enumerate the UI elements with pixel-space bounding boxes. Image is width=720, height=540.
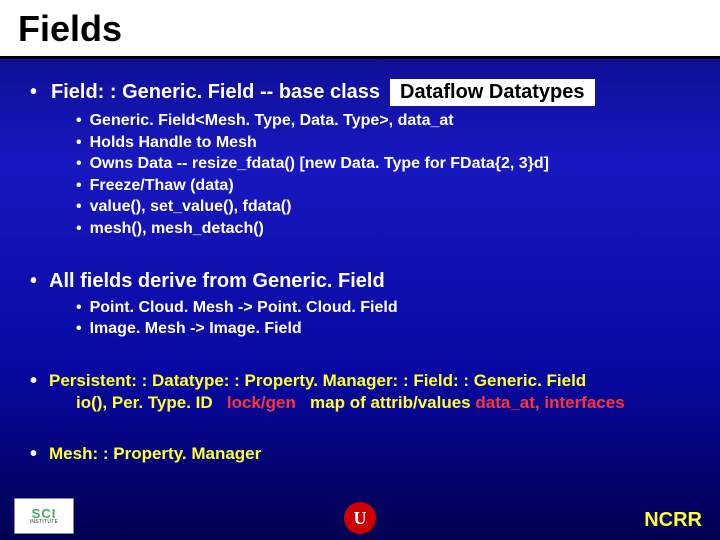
list-item: • value(), set_value(), fdata() — [76, 196, 690, 218]
l1-text: All fields derive from Generic. Field — [49, 270, 385, 293]
list-item: • mesh(), mesh_detach() — [76, 218, 690, 240]
bullet-dot: • — [76, 153, 82, 175]
l2-text: Point. Cloud. Mesh -> Point. Cloud. Fiel… — [90, 297, 398, 319]
l2-text: value(), set_value(), fdata() — [90, 196, 292, 218]
persistent-detail-line: io(), Per. Type. ID lock/gen map of attr… — [76, 393, 690, 413]
bullet-dot: • — [30, 81, 37, 104]
bullet-dot: • — [76, 218, 82, 240]
sci-institute-logo: SCI INSTITUTE — [14, 498, 74, 534]
l2-text: Image. Mesh -> Image. Field — [90, 318, 302, 340]
l2-text: Holds Handle to Mesh — [90, 132, 257, 154]
university-u-logo: U — [344, 502, 376, 534]
bullet-dot: • — [76, 110, 82, 132]
l1-text: Field: : Generic. Field -- base class — [51, 81, 380, 104]
bullet-l1-field-base: • Field: : Generic. Field -- base class … — [30, 79, 690, 106]
sec1-sublist: • Generic. Field<Mesh. Type, Data. Type>,… — [76, 110, 690, 240]
seg-lockgen: lock/gen — [227, 393, 296, 412]
l2-text: Generic. Field<Mesh. Type, Data. Type>, … — [90, 110, 454, 132]
bullet-dot: • — [30, 270, 37, 293]
bullet-dot: • — [76, 297, 82, 319]
logo-u-glyph: U — [354, 508, 367, 529]
l1-text: Persistent: : Datatype: : Property. Mana… — [49, 371, 586, 391]
seg-dataat: data_at, interfaces — [475, 393, 624, 412]
slide-body: • Field: : Generic. Field -- base class … — [0, 59, 720, 466]
list-item: • Owns Data -- resize_fdata() [new Data. … — [76, 153, 690, 175]
list-item: • Freeze/Thaw (data) — [76, 175, 690, 197]
footer-ncrr: NCRR — [644, 509, 702, 532]
l2-text: mesh(), mesh_detach() — [90, 218, 264, 240]
list-item: • Generic. Field<Mesh. Type, Data. Type>,… — [76, 110, 690, 132]
bullet-dot: • — [76, 318, 82, 340]
list-item: • Point. Cloud. Mesh -> Point. Cloud. Fie… — [76, 297, 690, 319]
logo-sci-text: SCI — [32, 508, 57, 520]
list-item: • Holds Handle to Mesh — [76, 132, 690, 154]
bullet-dot: • — [76, 175, 82, 197]
slide-title: Fields — [0, 0, 720, 59]
bullet-l1-persistent: • Persistent: : Datatype: : Property. Ma… — [30, 370, 690, 393]
l2-text: Owns Data -- resize_fdata() [new Data. T… — [90, 153, 549, 175]
bullet-dot: • — [76, 132, 82, 154]
bullet-l1-derive: • All fields derive from Generic. Field — [30, 270, 690, 293]
bullet-dot: • — [30, 443, 37, 466]
bullet-l1-mesh-pm: • Mesh: : Property. Manager — [30, 443, 690, 466]
list-item: • Image. Mesh -> Image. Field — [76, 318, 690, 340]
l1-text: Mesh: : Property. Manager — [49, 444, 261, 464]
dataflow-datatypes-tag: Dataflow Datatypes — [390, 79, 595, 106]
bullet-dot: • — [30, 370, 37, 393]
seg-map: map of attrib/values — [310, 393, 471, 412]
seg-io: io(), Per. Type. ID — [76, 393, 213, 412]
l2-text: Freeze/Thaw (data) — [90, 175, 234, 197]
logo-institute-text: INSTITUTE — [30, 520, 59, 525]
sec2-sublist: • Point. Cloud. Mesh -> Point. Cloud. Fie… — [76, 297, 690, 340]
bullet-dot: • — [76, 196, 82, 218]
